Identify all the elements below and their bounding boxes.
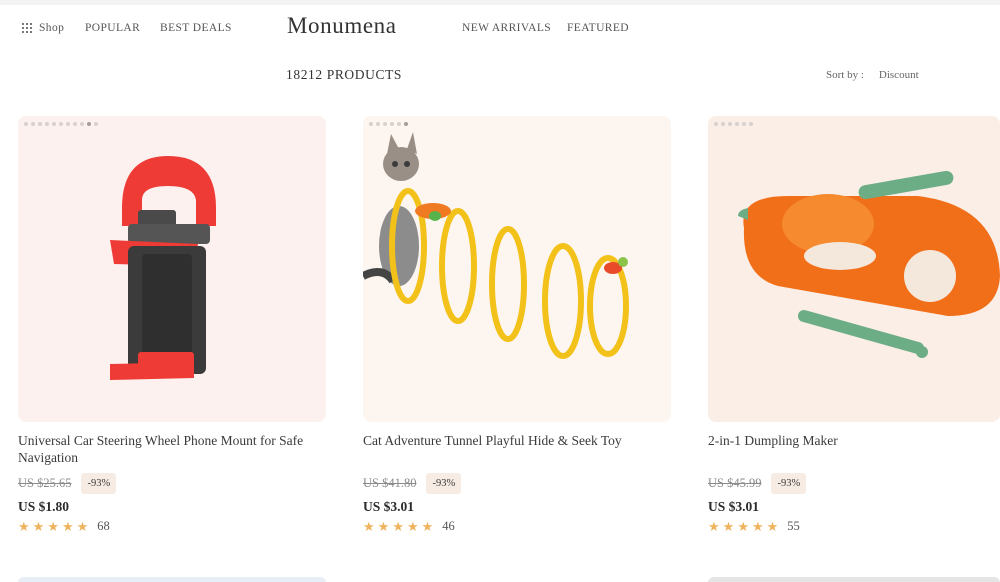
rating: ★ ★ ★ ★ ★ 55 (708, 519, 1000, 534)
star-icon: ★ (392, 518, 404, 534)
nav-popular[interactable]: POPULAR (85, 22, 140, 34)
original-price: US $25.65 (18, 475, 72, 490)
shop-menu-button[interactable]: Shop (22, 22, 64, 34)
cat-tunnel-icon (363, 132, 629, 359)
review-count: 46 (442, 519, 455, 533)
rating: ★ ★ ★ ★ ★ 68 (18, 519, 326, 534)
star-icon: ★ (32, 518, 45, 534)
star-icon: ★ (737, 518, 749, 534)
star-icon: ★ (708, 518, 720, 534)
nav-best-deals[interactable]: BEST DEALS (160, 22, 232, 34)
original-price: US $45.99 (708, 475, 762, 490)
sort-control[interactable]: Sort by : Discount (826, 69, 919, 81)
top-navigation: Shop POPULAR BEST DEALS Monumena NEW ARR… (0, 0, 1000, 58)
star-icon: ★ (363, 518, 375, 534)
shop-label: Shop (39, 22, 65, 34)
discount-badge: -93% (771, 472, 807, 494)
next-row-image (708, 577, 1000, 582)
nav-new-arrivals[interactable]: NEW ARRIVALS (462, 22, 551, 34)
star-icon: ★ (47, 518, 59, 534)
review-count: 55 (787, 519, 800, 533)
product-title[interactable]: Cat Adventure Tunnel Playful Hide & Seek… (363, 432, 671, 466)
star-icon: ★ (61, 518, 74, 534)
product-image[interactable] (363, 116, 671, 422)
product-card[interactable]: Universal Car Steering Wheel Phone Mount… (18, 116, 326, 534)
product-image[interactable] (708, 116, 1000, 422)
sale-price: US $3.01 (363, 499, 415, 514)
discount-badge: -93% (426, 472, 462, 494)
dumpling-maker-icon (738, 170, 1000, 358)
sale-price: US $1.80 (18, 499, 70, 514)
product-count: 18212 PRODUCTS (286, 67, 403, 82)
image-carousel-dots[interactable] (714, 122, 753, 126)
sort-value[interactable]: Discount (879, 69, 919, 81)
product-card[interactable]: 2-in-1 Dumpling Maker US $45.99 -93% US … (708, 116, 1000, 534)
rating: ★ ★ ★ ★ ★ 46 (363, 519, 671, 534)
image-carousel-dots[interactable] (369, 122, 408, 126)
product-title[interactable]: Universal Car Steering Wheel Phone Mount… (18, 432, 326, 466)
nav-featured[interactable]: FEATURED (567, 22, 629, 34)
discount-badge: -93% (81, 472, 117, 494)
half-star-icon: ★ (421, 518, 434, 534)
half-star-icon: ★ (766, 518, 779, 534)
star-icon: ★ (751, 518, 764, 534)
star-icon: ★ (377, 518, 390, 534)
star-icon: ★ (406, 518, 419, 534)
phone-mount-icon (110, 156, 216, 380)
grid-menu-icon (22, 23, 32, 33)
product-card[interactable]: Cat Adventure Tunnel Playful Hide & Seek… (363, 116, 671, 534)
product-image[interactable] (18, 116, 326, 422)
site-logo[interactable]: Monumena (287, 13, 397, 39)
sort-label: Sort by : (826, 69, 864, 81)
half-star-icon: ★ (76, 518, 89, 534)
next-row-image (18, 577, 326, 582)
star-icon: ★ (18, 518, 30, 534)
product-title[interactable]: 2-in-1 Dumpling Maker (708, 432, 1000, 466)
original-price: US $41.80 (363, 475, 417, 490)
review-count: 68 (97, 519, 110, 533)
sale-price: US $3.01 (708, 499, 760, 514)
image-carousel-dots[interactable] (24, 122, 98, 126)
star-icon: ★ (722, 518, 735, 534)
